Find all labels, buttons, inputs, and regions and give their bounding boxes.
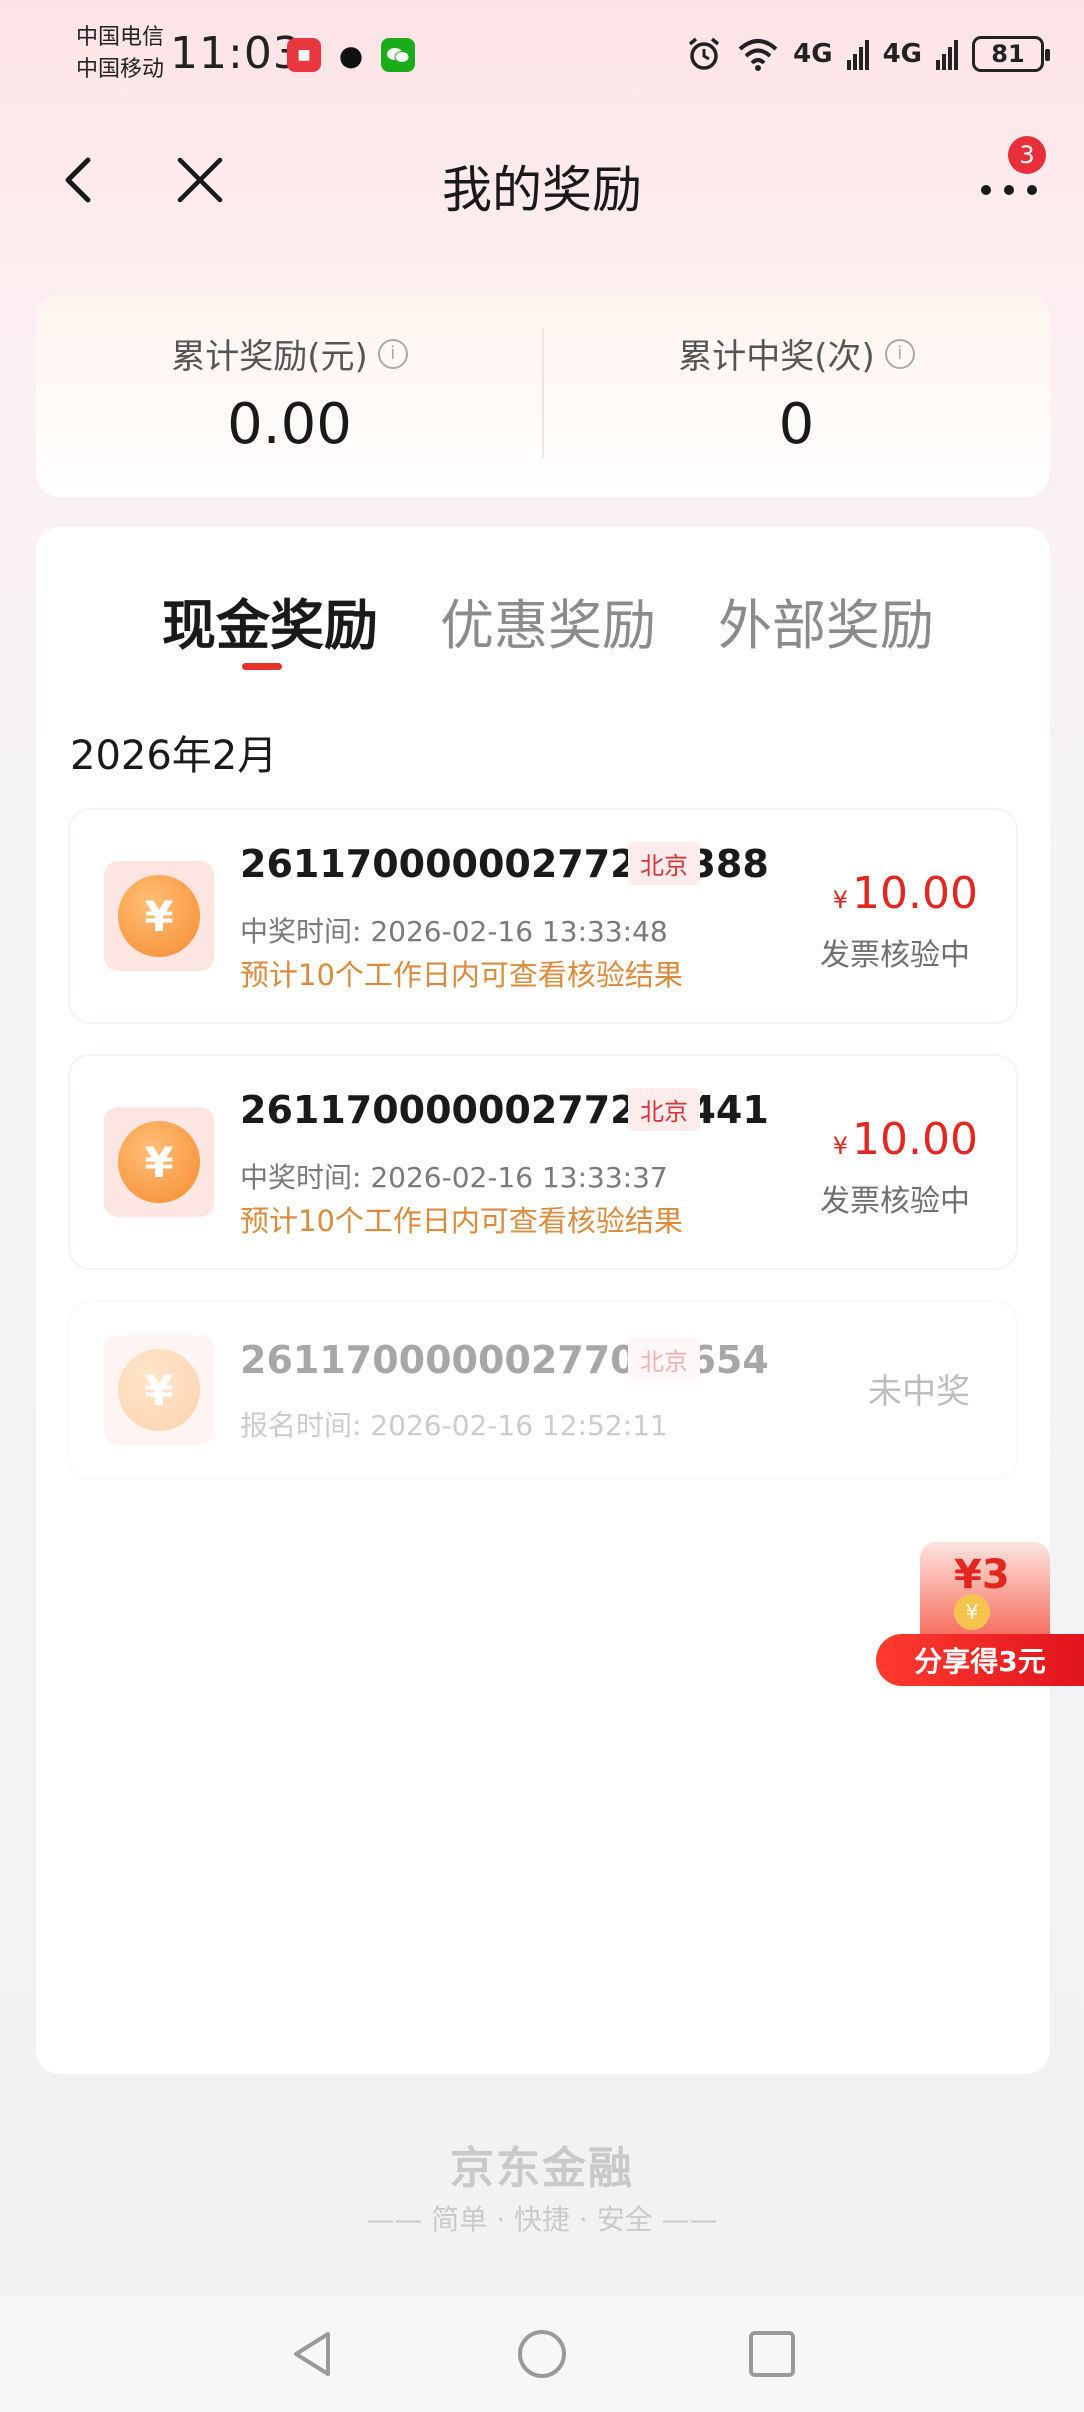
- nav-recent-apps-icon[interactable]: [744, 2326, 800, 2382]
- reward-item[interactable]: ¥ 26117000000277256441 北京 中奖时间: 2026-02-…: [70, 1056, 1016, 1268]
- rewards-panel: 现金奖励 优惠奖励 外部奖励 2026年2月 ¥ 261170000002772…: [36, 527, 1050, 2074]
- total-reward-stat: 累计奖励(元) i 0.00: [36, 293, 543, 497]
- month-header: 2026年2月: [70, 733, 278, 779]
- network-type-2: 4G: [882, 39, 922, 69]
- total-wins-label-row: 累计中奖(次) i: [678, 329, 915, 378]
- tab-external-rewards[interactable]: 外部奖励: [718, 581, 934, 660]
- system-nav-bar: [0, 2296, 1084, 2412]
- carrier-2: 中国移动: [76, 57, 165, 82]
- huawei-app-icon: ■: [287, 38, 321, 72]
- total-reward-label-row: 累计奖励(元) i: [171, 329, 408, 378]
- region-tag: 北京: [628, 1088, 700, 1131]
- qq-icon: ●: [338, 38, 364, 72]
- wechat-icon: [381, 38, 415, 72]
- signup-time: 报名时间: 2026-02-16 12:52:11: [240, 1409, 668, 1442]
- footer-slogan: —— 简单 · 快捷 · 安全 ——: [366, 2203, 718, 2236]
- nav-header: 我的奖励: [0, 120, 1084, 250]
- reward-amount: ¥10.00: [833, 868, 978, 919]
- network-type-1: 4G: [793, 39, 833, 69]
- amount-value: 10.00: [852, 1114, 978, 1165]
- notification-badge: 3: [1008, 136, 1046, 174]
- share-label: 分享得3元: [876, 1634, 1084, 1686]
- reward-note: 预计10个工作日内可查看核验结果: [240, 1204, 683, 1238]
- coin-icon-box: ¥: [104, 861, 214, 971]
- info-icon[interactable]: i: [377, 338, 408, 369]
- signal-icon: [846, 40, 869, 70]
- yuan-coin-icon: ¥: [118, 875, 200, 957]
- alarm-icon: [689, 37, 720, 70]
- reward-tabs: 现金奖励 优惠奖励 外部奖励: [36, 527, 1050, 687]
- reward-status: 未中奖: [868, 1372, 970, 1412]
- total-wins-value: 0: [778, 392, 815, 457]
- nav-home-icon[interactable]: [514, 2326, 570, 2382]
- yuan-coin-icon: ¥: [118, 1349, 200, 1431]
- total-wins-stat: 累计中奖(次) i 0: [543, 293, 1050, 497]
- reward-item[interactable]: ¥ 26117000000277256388 北京 中奖时间: 2026-02-…: [70, 810, 1016, 1022]
- total-reward-label: 累计奖励(元): [171, 337, 368, 377]
- status-bar: 中国电信 中国移动 11:03 ■ ● 4G 4G 81: [0, 0, 1084, 110]
- battery-icon: 81: [972, 36, 1050, 72]
- active-tab-indicator: [242, 663, 282, 670]
- coin-icon: ¥: [954, 1594, 990, 1630]
- carrier-info: 中国电信 中国移动: [76, 22, 164, 86]
- status-right: 4G 4G 81: [685, 32, 1050, 76]
- signal-icon: [936, 40, 958, 70]
- currency-symbol: ¥: [832, 1132, 849, 1160]
- wifi-icon: [738, 39, 778, 71]
- reward-status: 发票核验中: [820, 1184, 970, 1219]
- info-icon[interactable]: i: [884, 338, 915, 369]
- battery-level: 81: [991, 40, 1025, 68]
- tab-discount-rewards[interactable]: 优惠奖励: [440, 581, 656, 660]
- tab-cash-rewards[interactable]: 现金奖励: [162, 581, 378, 660]
- reward-note: 预计10个工作日内可查看核验结果: [240, 958, 683, 992]
- page-title: 我的奖励: [442, 161, 642, 219]
- coin-icon-box: ¥: [104, 1335, 214, 1445]
- share-float-button[interactable]: ¥3 ¥ 分享得3元: [876, 1530, 1084, 1690]
- amount-value: 10.00: [852, 868, 978, 919]
- status-time: 11:03: [170, 28, 302, 79]
- coin-icon-box: ¥: [104, 1107, 214, 1217]
- total-reward-value: 0.00: [227, 392, 352, 457]
- reward-status: 发票核验中: [820, 938, 970, 973]
- reward-time: 中奖时间: 2026-02-16 13:33:37: [240, 1161, 668, 1194]
- reward-item[interactable]: ¥ 26117000000277006654 北京 报名时间: 2026-02-…: [70, 1302, 1016, 1478]
- reward-time: 中奖时间: 2026-02-16 13:33:48: [240, 915, 668, 948]
- currency-symbol: ¥: [832, 886, 849, 914]
- nav-back-icon[interactable]: [284, 2326, 340, 2382]
- yuan-coin-icon: ¥: [118, 1121, 200, 1203]
- carrier-1: 中国电信: [76, 25, 165, 50]
- total-wins-label: 累计中奖(次): [678, 337, 875, 377]
- region-tag: 北京: [628, 1338, 700, 1381]
- footer-brand: 京东金融: [450, 2143, 634, 2194]
- envelope-value: ¥3: [954, 1552, 1010, 1598]
- region-tag: 北京: [628, 842, 700, 885]
- reward-amount: ¥10.00: [833, 1114, 978, 1165]
- summary-card: 累计奖励(元) i 0.00 累计中奖(次) i 0: [36, 293, 1050, 497]
